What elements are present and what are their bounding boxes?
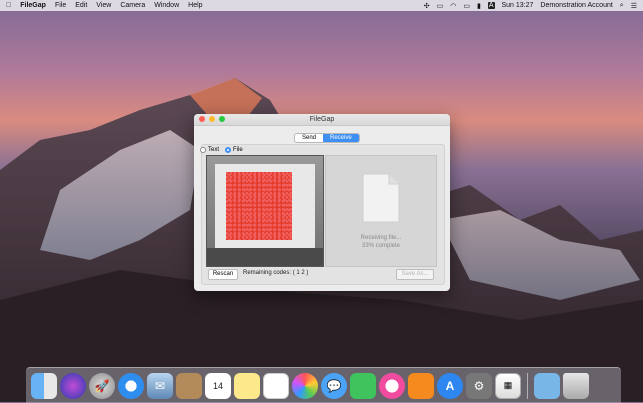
app-store-icon[interactable]: A [437,372,463,399]
filegap-window: FileGap Send Receive Text File Receiving… [194,114,450,291]
user-account[interactable]: Demonstration Account [540,2,612,9]
finder-icon[interactable] [31,372,57,399]
receive-status-box: Receiving file... 33% complete [325,155,437,267]
system-preferences-icon[interactable]: ⚙ [466,372,492,399]
radio-text-button[interactable] [200,147,206,153]
downloads-folder-icon[interactable] [534,372,560,399]
receiving-status: Receiving file... 33% complete [326,234,436,250]
receiving-line: Receiving file... [360,235,402,241]
save-as-button[interactable]: Save As... [396,269,434,280]
messages-icon[interactable]: 💬 [321,372,347,399]
scanned-code-image [226,172,292,240]
window-title: FileGap [309,116,335,123]
menu-edit[interactable]: Edit [75,2,87,9]
display-icon[interactable]: ▭ [437,2,444,10]
itunes-icon[interactable] [379,372,405,399]
radio-text-label: Text [208,147,220,153]
siri-icon[interactable] [60,372,86,399]
progress-line: 33% complete [361,243,401,249]
radio-file-button[interactable] [225,147,232,153]
camera-laptop-base [207,248,323,266]
menu-file[interactable]: File [55,2,66,9]
radio-file-label: File [233,147,243,153]
notification-center-icon[interactable]: ☰ [631,2,637,10]
spotlight-icon[interactable]: ⌕ [620,2,624,10]
type-radio-group: Text File [200,147,243,153]
calendar-icon[interactable]: 14 [205,372,231,399]
trash-icon[interactable] [563,372,589,399]
camera-preview [206,155,324,267]
file-icon [362,173,400,223]
filegap-icon[interactable]: ▦ [495,372,521,399]
photos-icon[interactable] [292,372,318,399]
input-source-icon[interactable]: A [487,2,495,9]
menu-camera[interactable]: Camera [120,2,145,9]
app-menu[interactable]: FileGap [20,2,46,9]
contacts-icon[interactable] [176,372,202,399]
tab-receive[interactable]: Receive [323,134,359,142]
clock[interactable]: Sun 13:27 [502,2,534,9]
menu-bar:  FileGap File Edit View Camera Window H… [0,0,643,11]
dock: 🚀 ✉ 14 💬 A ⚙ ▦ [26,367,621,403]
mode-segmented-control: Send Receive [294,133,360,143]
tools-icon[interactable]: ✣ [424,2,430,10]
calendar-day: 14 [212,380,223,391]
reminders-icon[interactable] [263,372,289,399]
tab-send[interactable]: Send [295,134,323,142]
radio-file[interactable]: File [225,147,243,153]
notes-icon[interactable] [234,372,260,399]
zoom-button[interactable] [219,116,225,122]
minimize-button[interactable] [209,116,215,122]
radio-text[interactable]: Text [200,147,219,153]
facetime-icon[interactable] [350,372,376,399]
airplay-icon[interactable]: ▭ [463,2,470,10]
safari-icon[interactable] [118,372,144,399]
ibooks-icon[interactable] [408,372,434,399]
bottom-controls: Rescan Remaining codes: ( 1 2 ) Save As.… [206,269,436,280]
window-titlebar[interactable]: FileGap [194,114,450,126]
menu-help[interactable]: Help [188,2,202,9]
mail-icon[interactable]: ✉ [147,372,173,399]
remaining-codes-label: Remaining codes: ( 1 2 ) [243,270,309,276]
apple-menu-icon[interactable]:  [6,2,11,9]
battery-icon[interactable]: ▮ [477,2,481,10]
menu-window[interactable]: Window [154,2,179,9]
launchpad-icon[interactable]: 🚀 [89,372,115,399]
rescan-button[interactable]: Rescan [208,269,238,280]
wifi-icon[interactable]: ◠ [450,2,456,10]
dock-separator [527,372,528,399]
menu-view[interactable]: View [96,2,111,9]
close-button[interactable] [199,116,205,122]
